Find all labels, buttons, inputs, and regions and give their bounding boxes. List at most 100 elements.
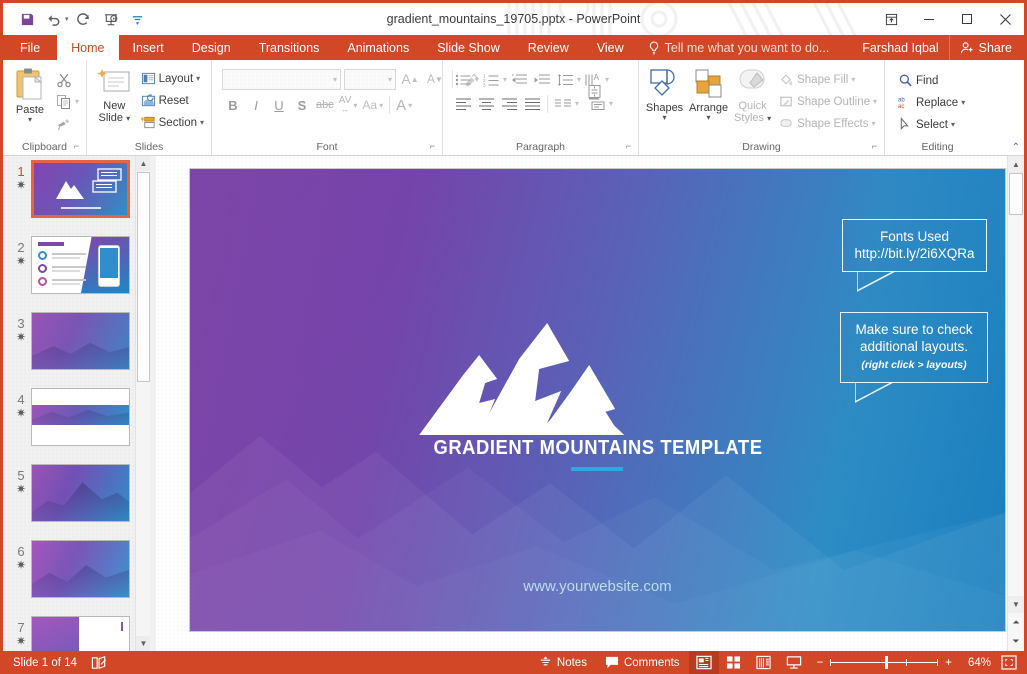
thumbnail-item-5[interactable]: 5 ✷ xyxy=(3,464,150,540)
start-from-beginning-icon[interactable] xyxy=(99,8,123,30)
callout-fonts-used[interactable]: Fonts Used http://bit.ly/2i6XQRa xyxy=(842,219,987,272)
zoom-handle[interactable] xyxy=(885,656,888,669)
user-account-name[interactable]: Farshad Iqbal xyxy=(852,35,948,60)
scroll-down-icon[interactable]: ▼ xyxy=(1008,596,1024,613)
shape-fill-dropdown-icon[interactable]: ▾ xyxy=(851,75,855,84)
shape-effects-dropdown-icon[interactable]: ▾ xyxy=(872,119,876,128)
customize-quick-access-toolbar-icon[interactable] xyxy=(126,8,150,30)
select-button[interactable]: Select ▾ xyxy=(895,114,968,135)
drawing-dialog-launcher[interactable]: ⌐ xyxy=(872,139,877,154)
zoom-slider[interactable]: − + xyxy=(809,657,960,669)
tab-home[interactable]: Home xyxy=(57,35,118,60)
arrange-dropdown-icon[interactable]: ▾ xyxy=(707,114,711,122)
align-center-button[interactable] xyxy=(475,93,497,114)
current-slide[interactable]: GRADIENT MOUNTAINS TEMPLATE www.yourwebs… xyxy=(190,169,1005,631)
slide-vertical-scrollbar[interactable]: ▲ ▼ ⏶ ⏷ xyxy=(1007,156,1024,651)
accessibility-checker-icon[interactable] xyxy=(91,655,108,670)
select-dropdown-icon[interactable]: ▾ xyxy=(951,120,955,129)
thumbnail-item-6[interactable]: 6 ✷ xyxy=(3,540,150,616)
bullets-dropdown-icon[interactable]: ▾ xyxy=(475,75,479,84)
find-button[interactable]: Find xyxy=(895,70,968,91)
format-painter-button[interactable] xyxy=(53,113,82,134)
layout-button[interactable]: Layout ▾ xyxy=(138,68,207,89)
slide-sorter-view-button[interactable] xyxy=(719,651,749,674)
thumbnail-item-7[interactable]: 7 ✷ xyxy=(3,616,150,651)
slide-counter[interactable]: Slide 1 of 14 xyxy=(13,657,77,669)
quick-styles-button[interactable]: Quick Styles ▾ xyxy=(731,65,774,124)
text-direction-dropdown-icon[interactable]: ▾ xyxy=(605,75,609,84)
thumbnail-item-3[interactable]: 3 ✷ xyxy=(3,312,150,388)
thumbnail-scroll-up-icon[interactable]: ▲ xyxy=(136,156,150,171)
line-spacing-dropdown-icon[interactable]: ▾ xyxy=(577,75,581,84)
section-dropdown-icon[interactable]: ▾ xyxy=(200,118,204,127)
fit-to-window-button[interactable] xyxy=(994,651,1024,674)
next-slide-button[interactable]: ⏷ xyxy=(1008,632,1024,651)
reading-view-button[interactable] xyxy=(749,651,779,674)
font-dialog-launcher[interactable]: ⌐ xyxy=(430,139,435,154)
website-url[interactable]: www.yourwebsite.com xyxy=(190,578,1005,595)
collapse-ribbon-button[interactable]: ⌃ xyxy=(1012,142,1020,153)
maximize-icon[interactable] xyxy=(948,4,986,34)
replace-button[interactable]: ab ac Replace ▾ xyxy=(895,92,968,113)
comments-button[interactable]: Comments xyxy=(596,651,689,674)
undo-dropdown-icon[interactable]: ▾ xyxy=(65,15,69,23)
section-button[interactable]: Section ▾ xyxy=(138,112,207,133)
save-icon[interactable] xyxy=(15,8,39,30)
text-shadow-button[interactable]: S xyxy=(291,94,313,116)
tab-transitions[interactable]: Transitions xyxy=(245,35,334,60)
tab-review[interactable]: Review xyxy=(514,35,583,60)
previous-slide-button[interactable]: ⏶ xyxy=(1008,613,1024,632)
tab-view[interactable]: View xyxy=(583,35,638,60)
cut-button[interactable] xyxy=(53,69,82,90)
zoom-in-button[interactable]: + xyxy=(945,657,952,669)
layout-dropdown-icon[interactable]: ▾ xyxy=(196,74,200,83)
font-size-input[interactable]: ▾ xyxy=(344,69,396,90)
character-spacing-button[interactable]: AV↔ ▾ xyxy=(337,94,360,116)
slide-show-view-button[interactable] xyxy=(779,651,809,674)
paragraph-dialog-launcher[interactable]: ⌐ xyxy=(626,139,631,154)
scrollbar-track[interactable] xyxy=(1008,173,1024,596)
thumbnail-item-1[interactable]: 1 ✷ xyxy=(3,160,150,236)
tab-animations[interactable]: Animations xyxy=(333,35,423,60)
thumbnail-scroll-thumb[interactable] xyxy=(137,172,150,382)
font-name-dropdown-icon[interactable]: ▾ xyxy=(333,75,337,84)
strikethrough-button[interactable]: abc xyxy=(314,94,336,116)
copy-button[interactable]: ▾ xyxy=(53,91,82,112)
paste-dropdown-icon[interactable]: ▾ xyxy=(28,116,32,124)
font-color-dropdown-icon[interactable]: ▾ xyxy=(408,101,412,110)
minimize-icon[interactable] xyxy=(910,4,948,34)
copy-dropdown-icon[interactable]: ▾ xyxy=(75,97,79,106)
zoom-level[interactable]: 64% xyxy=(960,657,994,669)
tab-slide-show[interactable]: Slide Show xyxy=(423,35,514,60)
decrease-indent-button[interactable] xyxy=(508,69,530,90)
line-spacing-button[interactable] xyxy=(554,69,576,90)
columns-button[interactable] xyxy=(552,93,574,114)
shapes-dropdown-icon[interactable]: ▾ xyxy=(663,114,667,122)
change-case-button[interactable]: Aa▾ xyxy=(360,94,385,116)
thumbnail-item-4[interactable]: 4 ✷ xyxy=(3,388,150,464)
new-slide-dropdown-icon[interactable]: ▾ xyxy=(126,114,130,123)
redo-icon[interactable] xyxy=(72,8,96,30)
font-color-button[interactable]: A▾ xyxy=(394,94,414,116)
arrange-button[interactable]: Arrange ▾ xyxy=(686,65,731,122)
zoom-out-button[interactable]: − xyxy=(817,657,824,669)
shape-outline-button[interactable]: Shape Outline ▾ xyxy=(776,91,880,112)
bullets-button[interactable] xyxy=(452,69,474,90)
slide-title[interactable]: GRADIENT MOUNTAINS TEMPLATE xyxy=(433,437,762,460)
increase-indent-button[interactable] xyxy=(531,69,553,90)
italic-button[interactable]: I xyxy=(245,94,267,116)
numbering-dropdown-icon[interactable]: ▾ xyxy=(503,75,507,84)
new-slide-button[interactable]: New Slide ▾ xyxy=(91,65,138,124)
notes-button[interactable]: Notes xyxy=(530,651,596,674)
bold-button[interactable]: B xyxy=(222,94,244,116)
thumbnail-scroll-down-icon[interactable]: ▼ xyxy=(136,636,150,651)
smartart-dropdown-icon[interactable]: ▾ xyxy=(609,99,613,108)
slide-canvas[interactable]: GRADIENT MOUNTAINS TEMPLATE www.yourwebs… xyxy=(156,156,1007,651)
tab-design[interactable]: Design xyxy=(178,35,245,60)
justify-button[interactable] xyxy=(521,93,543,114)
zoom-track[interactable] xyxy=(830,662,938,663)
underline-button[interactable]: U xyxy=(268,94,290,116)
clipboard-dialog-launcher[interactable]: ⌐ xyxy=(74,139,79,154)
normal-view-button[interactable] xyxy=(689,651,719,674)
thumbnail-scrollbar[interactable]: ▲ ▼ xyxy=(135,156,150,651)
